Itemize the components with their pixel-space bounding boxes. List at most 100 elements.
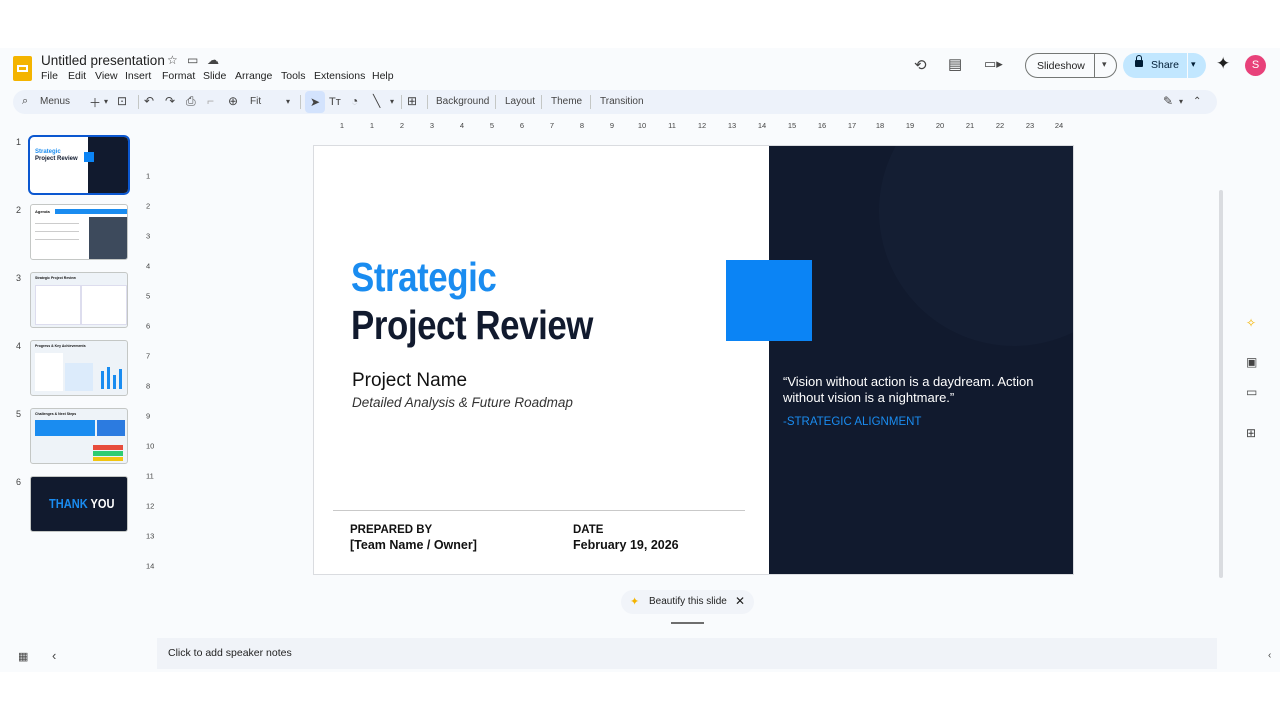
menu-slide[interactable]: Slide xyxy=(203,70,226,82)
folder-icon[interactable]: ▭ xyxy=(1246,385,1257,399)
ruler-label: 2 xyxy=(399,121,405,130)
thumb-row xyxy=(93,451,123,456)
menu-help[interactable]: Help xyxy=(372,70,394,82)
video-icon[interactable]: ▭▸ xyxy=(984,56,1003,72)
quote-text[interactable]: “Vision without action is a daydream. Ac… xyxy=(783,374,1063,406)
speaker-notes[interactable]: Click to add speaker notes xyxy=(157,638,1217,669)
chevron-down-icon[interactable]: ▾ xyxy=(1179,97,1183,106)
title-line-1[interactable]: Strategic xyxy=(351,254,497,301)
thumb-title: Progress & Key Achievements xyxy=(35,344,86,348)
text-box-icon[interactable]: Tт xyxy=(329,96,341,108)
title-line-2[interactable]: Project Review xyxy=(351,302,593,349)
import-slide-icon[interactable]: ⊡ xyxy=(117,94,127,108)
accent-square[interactable] xyxy=(726,260,812,341)
zoom-icon[interactable]: ⊕ xyxy=(228,94,238,108)
thumb-line xyxy=(35,239,79,240)
menu-format[interactable]: Format xyxy=(162,70,195,82)
history-icon[interactable]: ⟲ xyxy=(914,56,927,74)
thumb-title-a: THANK xyxy=(49,496,88,511)
undo-icon[interactable]: ↶ xyxy=(144,94,154,108)
slide-thumbnail[interactable]: Challenges & Next Steps xyxy=(30,408,128,464)
quote-attribution[interactable]: -STRATEGIC ALIGNMENT xyxy=(783,416,921,428)
menu-edit[interactable]: Edit xyxy=(68,70,86,82)
print-icon[interactable]: ⎙ xyxy=(186,94,196,109)
menu-arrange[interactable]: Arrange xyxy=(235,70,272,82)
collapse-icon[interactable]: ⌃ xyxy=(1193,96,1201,107)
canvas-scrollbar[interactable] xyxy=(1219,190,1223,578)
vertical-ruler[interactable]: 1 2 3 4 5 6 7 8 9 10 11 12 13 14 xyxy=(146,146,156,574)
menu-view[interactable]: View xyxy=(95,70,118,82)
ruler-label: 14 xyxy=(757,121,767,130)
date-value[interactable]: February 19, 2026 xyxy=(573,538,679,552)
shape-icon[interactable]: ◔ xyxy=(351,94,358,108)
chevron-down-icon[interactable]: ▾ xyxy=(390,97,394,106)
transition-button[interactable]: Transition xyxy=(600,96,644,107)
cloud-icon[interactable]: ☁ xyxy=(207,53,219,67)
notes-resize-handle[interactable] xyxy=(671,622,704,624)
background-button[interactable]: Background xyxy=(436,96,489,107)
thumb-banner xyxy=(97,420,125,436)
add-panel-icon[interactable]: ⊞ xyxy=(1246,426,1256,440)
slide-thumbnail[interactable]: Strategic Project Review xyxy=(30,272,128,328)
date-label[interactable]: DATE xyxy=(573,524,603,536)
ruler-label: 3 xyxy=(429,121,435,130)
document-title[interactable]: Untitled presentation xyxy=(41,53,165,68)
new-slide-icon[interactable]: ＋ xyxy=(89,94,101,111)
prepared-by-label[interactable]: PREPARED BY xyxy=(350,524,432,536)
ruler-label: 21 xyxy=(965,121,975,130)
horizontal-ruler[interactable]: 1 1 2 3 4 5 6 7 8 9 10 11 12 13 14 15 16… xyxy=(314,121,1074,133)
thumb-bar xyxy=(101,371,104,389)
prepared-by-value[interactable]: [Team Name / Owner] xyxy=(350,538,477,552)
pen-icon[interactable]: ✎ xyxy=(1163,94,1173,108)
ruler-label: 20 xyxy=(935,121,945,130)
layout-button[interactable]: Layout xyxy=(505,96,535,107)
slides-logo-icon[interactable] xyxy=(13,56,32,81)
cursor-icon[interactable]: ➤ xyxy=(305,91,325,113)
project-name[interactable]: Project Name xyxy=(352,370,467,392)
image-add-icon[interactable]: ▣ xyxy=(1246,355,1257,369)
slideshow-button[interactable]: Slideshow ▾ xyxy=(1025,53,1117,78)
menu-file[interactable]: File xyxy=(41,70,58,82)
chevron-down-icon[interactable]: ▾ xyxy=(286,97,290,106)
paint-format-icon[interactable]: ⌐ xyxy=(207,94,214,108)
slide-thumbnail[interactable]: Progress & Key Achievements xyxy=(30,340,128,396)
beautify-chip[interactable]: ✦ Beautify this slide ✕ xyxy=(621,590,754,614)
comment-add-icon[interactable]: ⊞ xyxy=(407,94,417,108)
slide-thumbnail[interactable]: Agenda xyxy=(30,204,128,260)
slide-number: 5 xyxy=(16,409,22,419)
line-icon[interactable]: ╲ xyxy=(373,94,380,108)
thumb-dark-panel xyxy=(88,137,128,193)
ruler-label: 4 xyxy=(459,121,465,130)
close-icon[interactable]: ✕ xyxy=(735,594,745,608)
lock-icon xyxy=(1135,55,1143,67)
menu-insert[interactable]: Insert xyxy=(125,70,151,82)
dark-panel[interactable]: “Vision without action is a daydream. Ac… xyxy=(769,146,1073,574)
chevron-down-icon[interactable]: ▾ xyxy=(104,97,108,106)
slide-thumbnail[interactable]: Strategic Project Review xyxy=(28,135,130,195)
gemini-icon[interactable]: ✦ xyxy=(1216,54,1230,74)
move-to-folder-icon[interactable]: ▭ xyxy=(187,53,198,67)
chevron-down-icon[interactable]: ▾ xyxy=(1191,59,1196,70)
comments-icon[interactable]: ▤ xyxy=(948,55,962,73)
chevron-left-icon[interactable]: ‹ xyxy=(52,648,56,663)
grid-view-icon[interactable]: ▦ xyxy=(18,650,28,663)
menu-extensions[interactable]: Extensions xyxy=(314,70,365,82)
menu-tools[interactable]: Tools xyxy=(281,70,306,82)
zoom-select[interactable]: Fit xyxy=(250,96,261,107)
share-button[interactable]: Share ▾ xyxy=(1123,53,1206,78)
search-menus-label[interactable]: Menus xyxy=(40,96,70,107)
ruler-label: 24 xyxy=(1054,121,1064,130)
theme-button[interactable]: Theme xyxy=(551,96,582,107)
avatar[interactable]: S xyxy=(1245,55,1266,76)
divider-line[interactable] xyxy=(333,510,745,511)
search-icon[interactable]: ⌕ xyxy=(22,95,28,108)
slide[interactable]: “Vision without action is a daydream. Ac… xyxy=(314,146,1073,574)
chevron-left-icon[interactable]: ‹ xyxy=(1268,650,1271,661)
thumb-title: THANK YOU xyxy=(49,496,115,511)
chevron-down-icon[interactable]: ▾ xyxy=(1102,59,1107,70)
slide-thumbnail[interactable]: THANK YOU xyxy=(30,476,128,532)
redo-icon[interactable]: ↷ xyxy=(165,94,175,108)
sparkle-icon[interactable]: ✧ xyxy=(1246,316,1256,330)
star-icon[interactable]: ☆ xyxy=(167,53,178,67)
project-subtitle[interactable]: Detailed Analysis & Future Roadmap xyxy=(352,395,573,410)
